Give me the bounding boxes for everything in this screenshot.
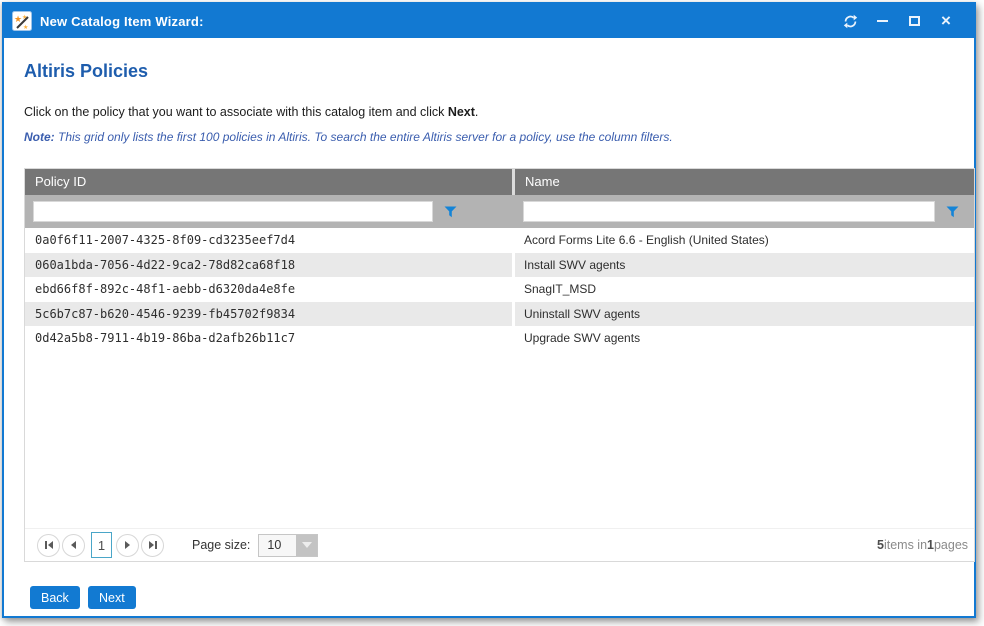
page-title: Altiris Policies (24, 61, 148, 82)
policy-id-cell: 5c6b7c87-b620-4546-9239-fb45702f9834 (25, 302, 512, 327)
note-text: Note: This grid only lists the first 100… (24, 130, 673, 144)
policy-name-cell: Acord Forms Lite 6.6 - English (United S… (515, 228, 974, 253)
last-page-button[interactable] (141, 534, 164, 557)
pager-status: 5 items in 1 pages (877, 529, 974, 561)
note-label: Note: (24, 130, 55, 144)
policy-id-cell: 060a1bda-7056-4d22-9ca2-78d82ca68f18 (25, 253, 512, 278)
page-count: 1 (927, 538, 934, 552)
table-row[interactable]: 060a1bda-7056-4d22-9ca2-78d82ca68f18 Ins… (25, 253, 974, 278)
note-body: This grid only lists the first 100 polic… (55, 130, 673, 144)
svg-text:★: ★ (23, 24, 28, 31)
instruction-suffix: . (475, 105, 478, 119)
chevron-down-icon (302, 542, 312, 548)
column-header-policy-id[interactable]: Policy ID (25, 169, 512, 195)
filter-funnel-icon[interactable] (944, 204, 960, 220)
item-count: 5 (877, 538, 884, 552)
policies-grid: Policy ID Name (24, 168, 975, 562)
right-arrow-icon (125, 541, 130, 549)
policy-id-filter-input[interactable] (33, 201, 433, 222)
filter-funnel-icon[interactable] (442, 204, 458, 220)
first-page-button[interactable] (37, 534, 60, 557)
instruction-bold: Next (448, 105, 475, 119)
title-bar: ★ ★ ★ New Catalog Item Wizard: × (4, 4, 974, 38)
policy-name-cell: Upgrade SWV agents (515, 326, 974, 351)
right-arrow-icon (149, 541, 154, 549)
instruction-prefix: Click on the policy that you want to ass… (24, 105, 448, 119)
page-size-label: Page size: (192, 538, 250, 552)
dropdown-button[interactable] (296, 535, 317, 556)
current-page-indicator[interactable]: 1 (91, 532, 112, 558)
policy-name-cell: SnagIT_MSD (515, 277, 974, 302)
policy-id-cell: 0a0f6f11-2007-4325-8f09-cd3235eef7d4 (25, 228, 512, 253)
table-row[interactable]: 0d42a5b8-7911-4b19-86ba-d2afb26b11c7 Upg… (25, 326, 974, 351)
table-row[interactable]: 5c6b7c87-b620-4546-9239-fb45702f9834 Uni… (25, 302, 974, 327)
next-button[interactable]: Next (88, 586, 136, 609)
previous-page-button[interactable] (62, 534, 85, 557)
window-title: New Catalog Item Wizard: (40, 14, 834, 29)
wizard-content: Altiris Policies Click on the policy tha… (4, 38, 974, 616)
first-page-icon (45, 541, 47, 549)
instruction-text: Click on the policy that you want to ass… (24, 105, 478, 119)
grid-body: 0a0f6f11-2007-4325-8f09-cd3235eef7d4 Aco… (25, 228, 974, 528)
maximize-icon[interactable] (898, 8, 930, 34)
policy-id-cell: ebd66f8f-892c-48f1-aebb-d6320da4e8fe (25, 277, 512, 302)
table-row[interactable]: ebd66f8f-892c-48f1-aebb-d6320da4e8fe Sna… (25, 277, 974, 302)
name-filter-input[interactable] (523, 201, 935, 222)
policy-id-cell: 0d42a5b8-7911-4b19-86ba-d2afb26b11c7 (25, 326, 512, 351)
close-icon[interactable]: × (930, 8, 962, 34)
left-arrow-icon (48, 541, 53, 549)
table-row[interactable]: 0a0f6f11-2007-4325-8f09-cd3235eef7d4 Aco… (25, 228, 974, 253)
left-arrow-icon (71, 541, 76, 549)
wizard-app-icon: ★ ★ ★ (12, 11, 32, 31)
column-header-name[interactable]: Name (515, 169, 974, 195)
policy-name-cell: Install SWV agents (515, 253, 974, 278)
status-suffix: pages (934, 538, 968, 552)
grid-header-row: Policy ID Name (25, 169, 974, 195)
grid-pager: 1 Page size: 10 5 items in 1 pages (25, 528, 974, 561)
policy-name-cell: Uninstall SWV agents (515, 302, 974, 327)
status-text: items in (884, 538, 927, 552)
refresh-icon[interactable] (834, 8, 866, 34)
wizard-window: ★ ★ ★ New Catalog Item Wizard: × Altir (2, 2, 976, 618)
page-size-value: 10 (259, 535, 296, 556)
next-page-button[interactable] (116, 534, 139, 557)
last-page-icon (155, 541, 157, 549)
grid-filter-row (25, 195, 974, 228)
back-button[interactable]: Back (30, 586, 80, 609)
page-size-dropdown[interactable]: 10 (258, 534, 318, 557)
minimize-icon[interactable] (866, 8, 898, 34)
